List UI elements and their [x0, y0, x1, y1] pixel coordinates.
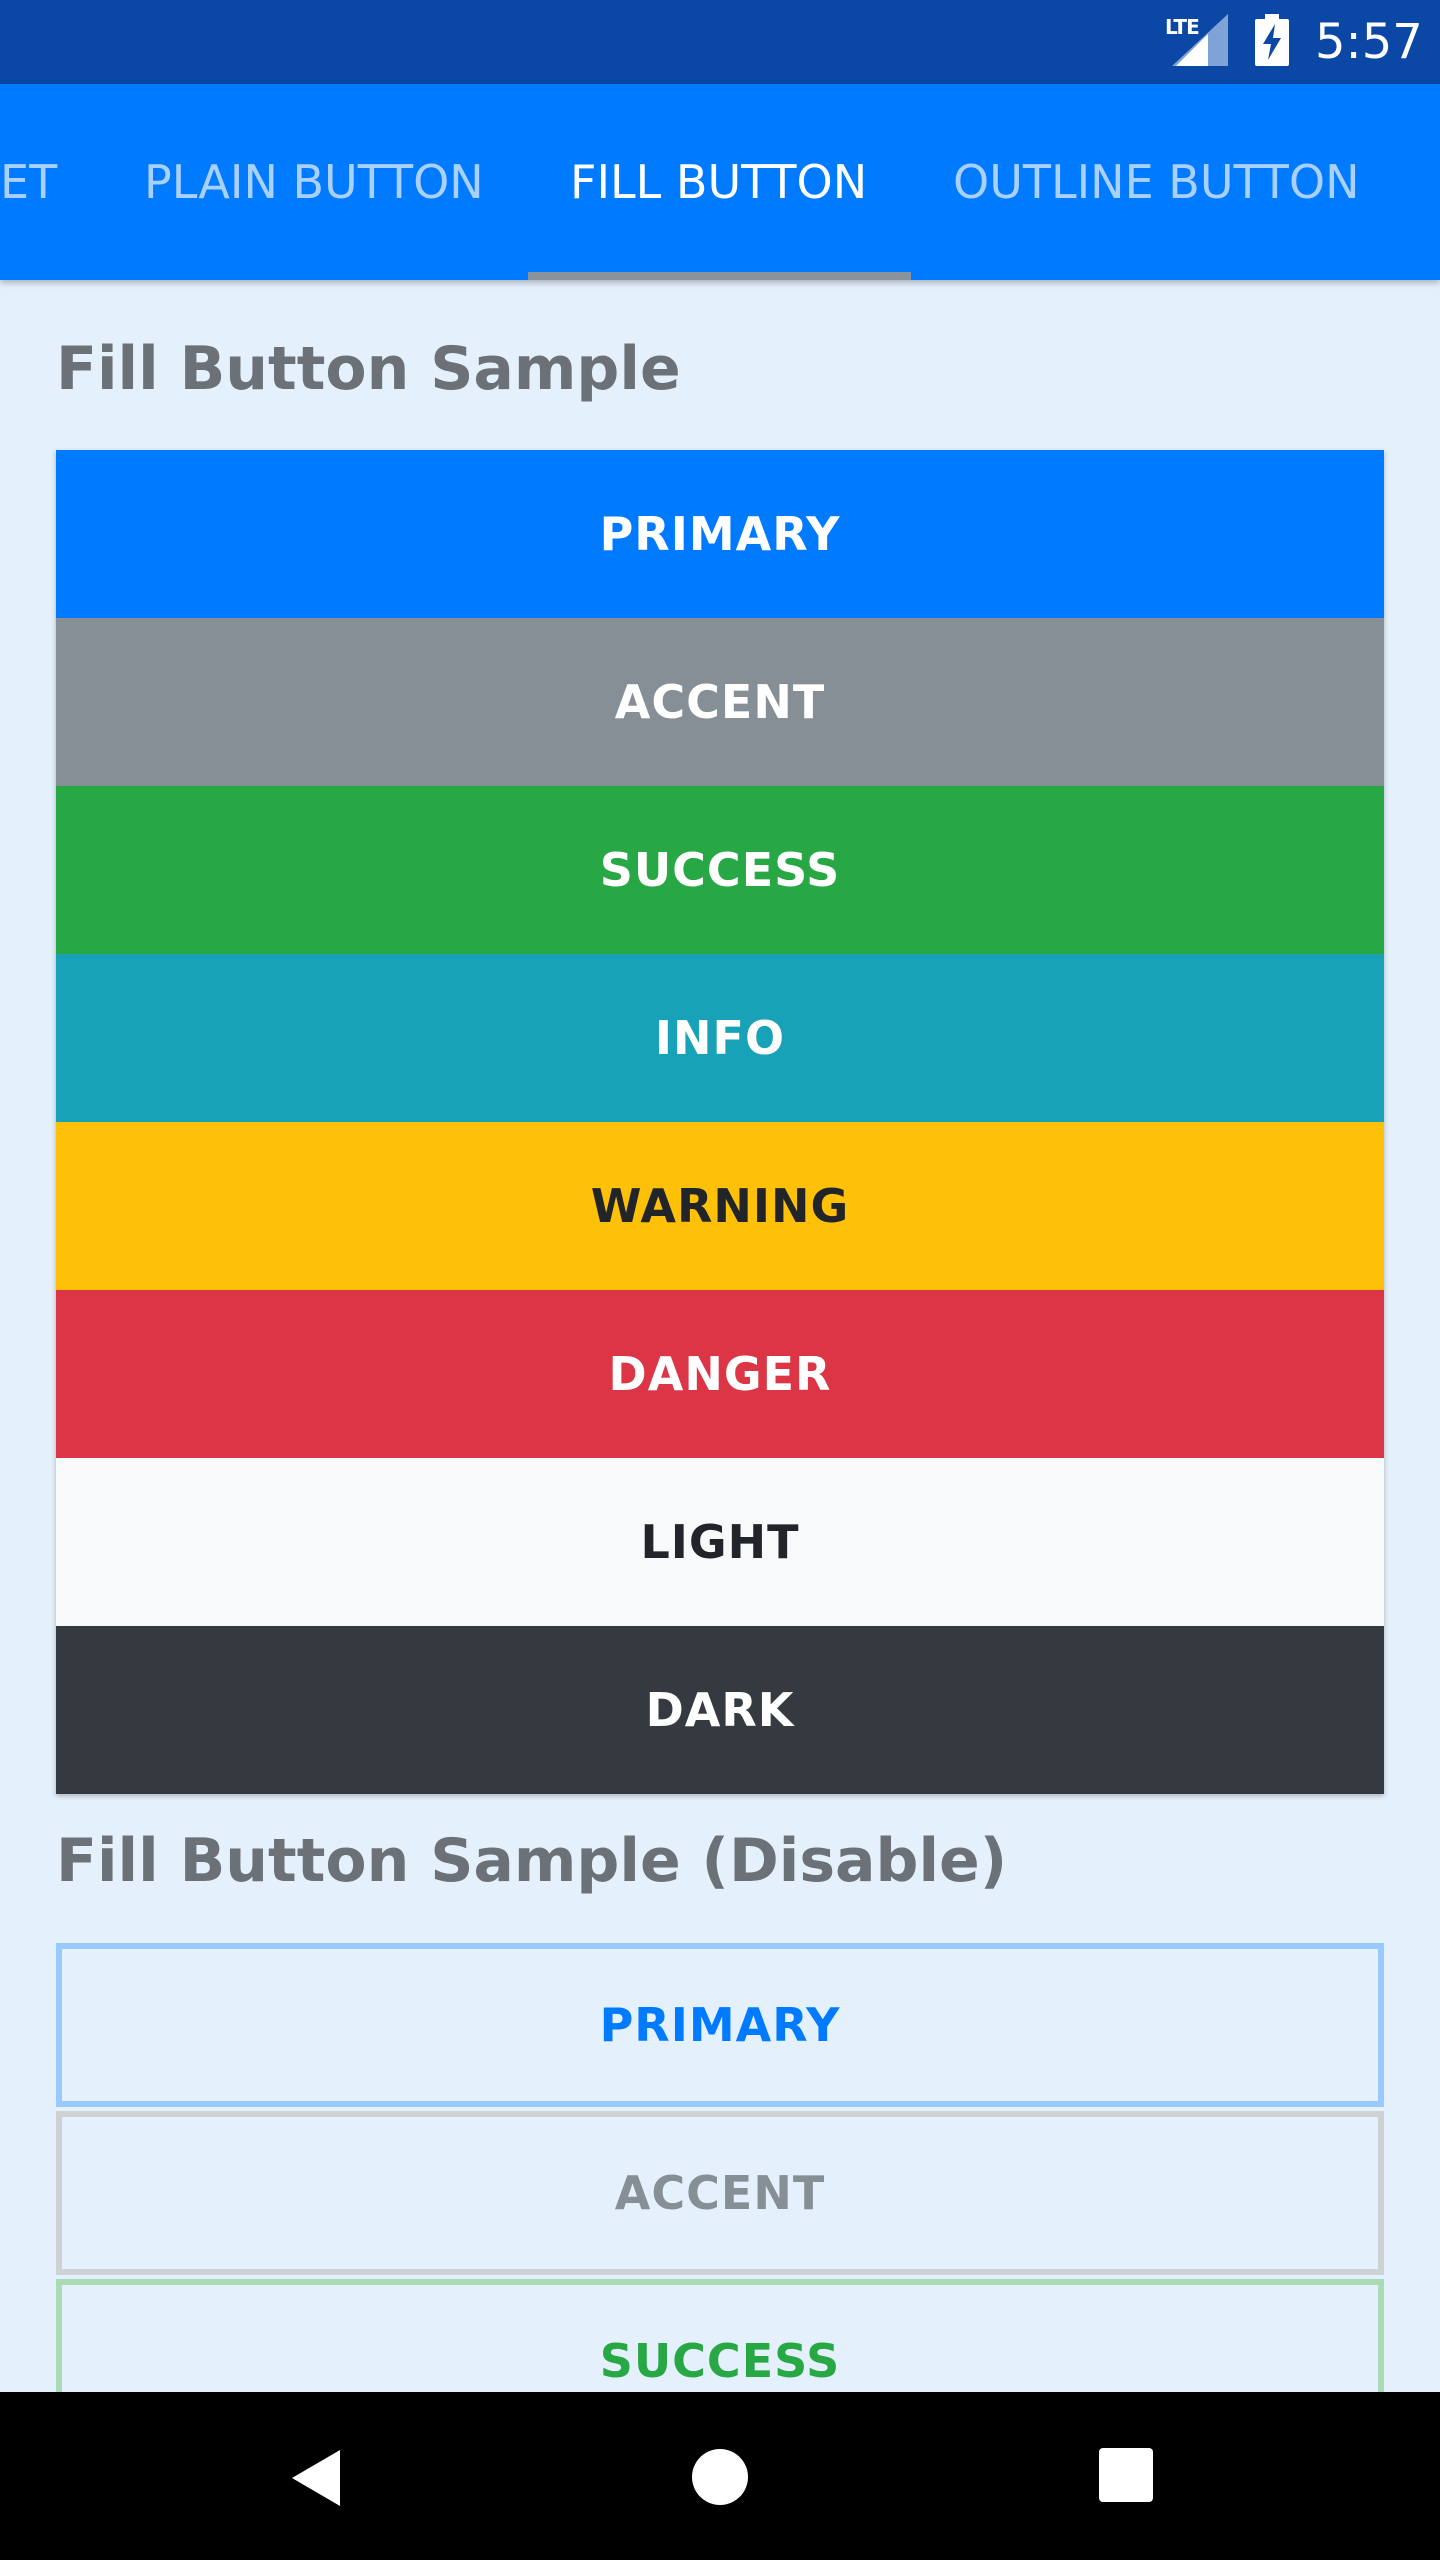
dark-button[interactable]: DARK	[56, 1626, 1384, 1794]
warning-button[interactable]: WARNING	[56, 1122, 1384, 1290]
accent-disabled-button: ACCENT	[56, 2111, 1384, 2275]
battery-charging-icon	[1255, 14, 1289, 66]
success-button[interactable]: SUCCESS	[56, 786, 1384, 954]
back-icon[interactable]	[288, 2448, 344, 2508]
tab-fill-button[interactable]: FILL BUTTON	[570, 84, 867, 280]
home-icon[interactable]	[690, 2447, 750, 2507]
light-button[interactable]: LIGHT	[56, 1458, 1384, 1626]
recents-icon[interactable]	[1099, 2448, 1153, 2502]
primary-disabled-button: PRIMARY	[56, 1943, 1384, 2107]
signal-icon	[1172, 14, 1228, 66]
disabled-section-title: Fill Button Sample (Disable)	[56, 1826, 1008, 1896]
info-button[interactable]: INFO	[56, 954, 1384, 1122]
tab-outline-button[interactable]: OUTLINE BUTTON	[953, 84, 1360, 280]
status-bar: LTE 5:57	[0, 0, 1440, 84]
active-tab-indicator	[528, 272, 911, 280]
clock: 5:57	[1315, 14, 1423, 70]
fill-button-group: PRIMARY ACCENT SUCCESS INFO WARNING DANG…	[56, 450, 1384, 1794]
accent-button[interactable]: ACCENT	[56, 618, 1384, 786]
tab-partial[interactable]: ET	[0, 84, 57, 280]
tab-bar: ET PLAIN BUTTON FILL BUTTON OUTLINE BUTT…	[0, 84, 1440, 280]
tab-plain-button[interactable]: PLAIN BUTTON	[144, 84, 484, 280]
danger-button[interactable]: DANGER	[56, 1290, 1384, 1458]
fill-section-title: Fill Button Sample	[56, 334, 681, 404]
primary-button[interactable]: PRIMARY	[56, 450, 1384, 618]
navigation-bar	[0, 2392, 1440, 2560]
